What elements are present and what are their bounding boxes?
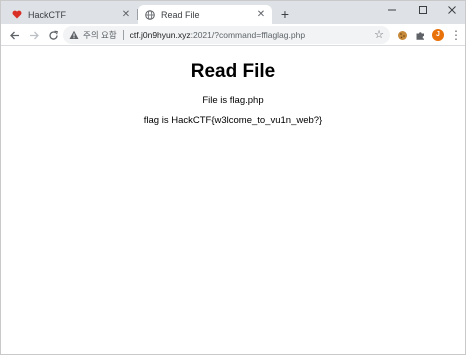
- tab-read-file[interactable]: Read File ✕: [138, 5, 272, 24]
- reload-icon[interactable]: [45, 27, 61, 43]
- forward-arrow-icon[interactable]: [26, 27, 42, 43]
- tab-close-icon[interactable]: ✕: [120, 9, 132, 21]
- url-path: :2021/?command=fflaglag.php: [190, 30, 306, 40]
- profile-avatar[interactable]: J: [430, 27, 446, 43]
- new-tab-button[interactable]: +: [277, 7, 293, 23]
- browser-toolbar: 주의 요함 ctf.j0n9hyun.xyz :2021/?command=ff…: [1, 24, 465, 46]
- kebab-menu-icon[interactable]: ⋮: [448, 27, 464, 43]
- url-host: ctf.j0n9hyun.xyz: [129, 30, 191, 40]
- page-heading: Read File: [190, 61, 276, 82]
- minimize-icon[interactable]: [377, 1, 407, 19]
- avatar-icon: J: [432, 29, 444, 41]
- warning-icon[interactable]: [69, 30, 79, 40]
- globe-icon: [145, 9, 155, 20]
- maximize-icon[interactable]: [408, 1, 438, 19]
- extensions-puzzle-icon[interactable]: [412, 27, 428, 43]
- address-divider: [122, 30, 124, 40]
- close-window-icon[interactable]: [437, 1, 466, 19]
- address-bar[interactable]: 주의 요함 ctf.j0n9hyun.xyz :2021/?command=ff…: [63, 26, 390, 44]
- tab-title: HackCTF: [28, 9, 66, 20]
- bookmark-star-icon[interactable]: ☆: [374, 28, 384, 41]
- heart-icon: [12, 10, 22, 20]
- browser-window: HackCTF ✕ Read File ✕ + 주의 요함 ctf.j0n9hy…: [0, 0, 466, 355]
- back-arrow-icon[interactable]: [6, 27, 22, 43]
- tab-title: Read File: [161, 9, 200, 20]
- tab-close-icon[interactable]: ✕: [255, 9, 267, 21]
- tab-hackctf[interactable]: HackCTF ✕: [5, 5, 137, 24]
- security-warning-label: 주의 요함: [83, 30, 117, 40]
- page-content: Read File File is flag.php flag is HackC…: [1, 47, 465, 354]
- tab-strip: HackCTF ✕ Read File ✕ +: [1, 1, 465, 24]
- file-line: File is flag.php: [202, 95, 264, 106]
- flag-line: flag is HackCTF{w3lcome_to_vu1n_web?}: [143, 115, 323, 126]
- cookie-extension-icon[interactable]: [394, 27, 410, 43]
